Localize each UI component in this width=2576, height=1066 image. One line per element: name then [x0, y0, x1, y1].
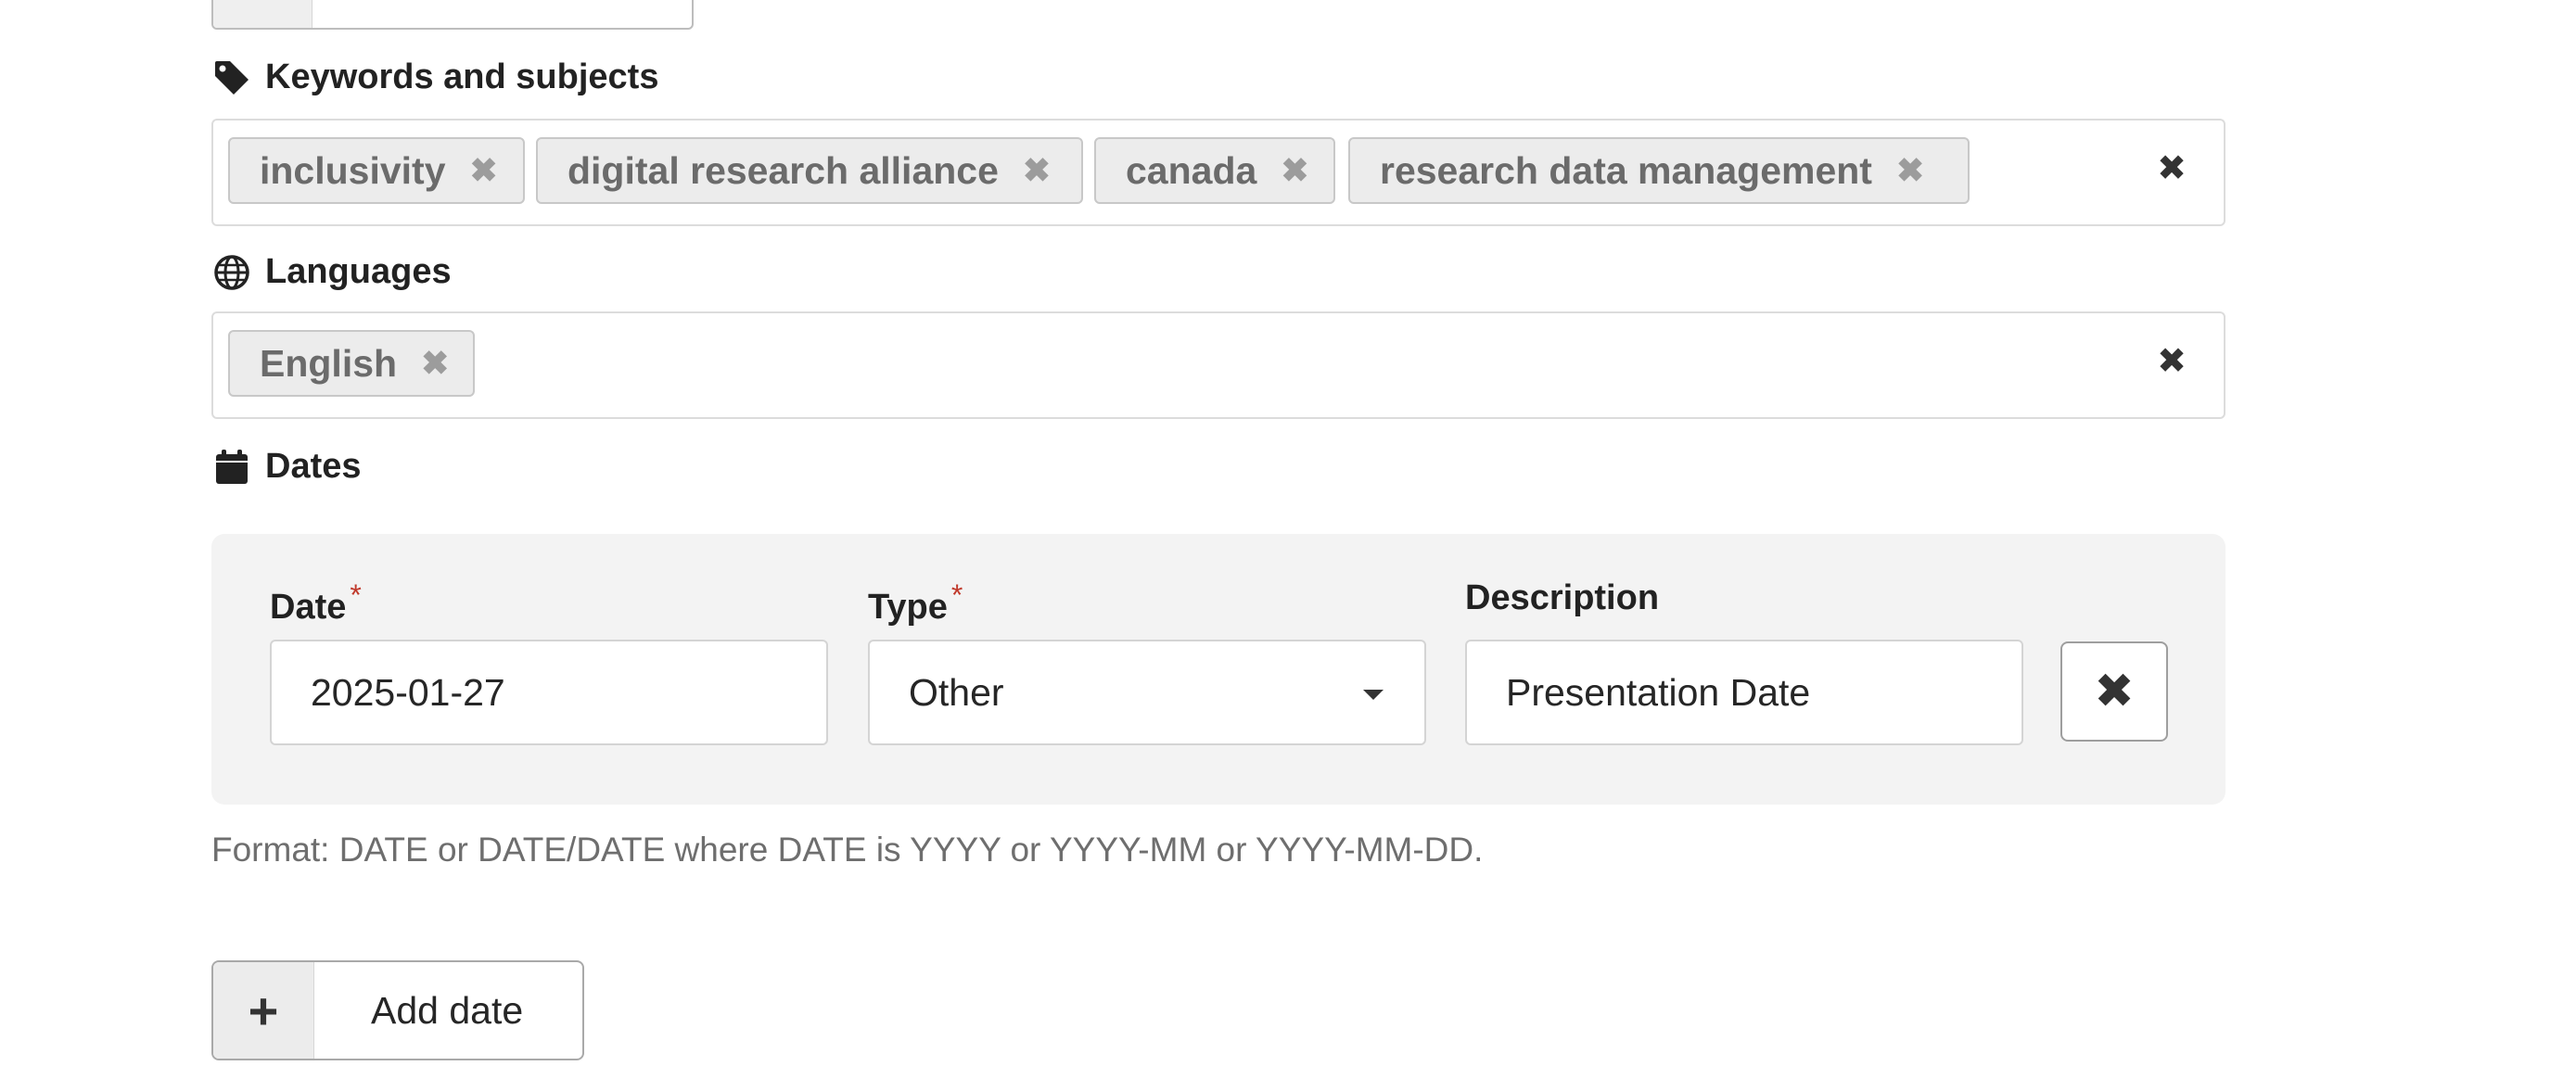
- type-select[interactable]: Other: [868, 640, 1426, 745]
- language-chip: English ✖: [228, 330, 475, 397]
- keyword-chip-label: canada: [1126, 149, 1256, 193]
- keyword-chip: digital research alliance ✖: [536, 137, 1083, 204]
- add-date-button[interactable]: + Add date: [211, 960, 584, 1060]
- languages-select[interactable]: English ✖ ✖: [211, 311, 2225, 419]
- keyword-chip-label: digital research alliance: [567, 149, 999, 193]
- date-input[interactable]: 2025-01-27: [270, 640, 828, 745]
- keywords-heading: Keywords and subjects: [213, 57, 658, 97]
- globe-icon: [213, 254, 250, 291]
- keywords-select[interactable]: inclusivity ✖ digital research alliance …: [211, 119, 2225, 226]
- button-icon-segment: [213, 0, 312, 28]
- keyword-chip: canada ✖: [1094, 137, 1335, 204]
- previous-field-button[interactable]: [211, 0, 694, 30]
- date-label-text: Date: [270, 588, 346, 627]
- keyword-chip-label: inclusivity: [260, 149, 446, 193]
- date-format-hint: Format: DATE or DATE/DATE where DATE is …: [211, 831, 1483, 869]
- description-label: Description: [1465, 578, 1659, 618]
- languages-heading: Languages: [213, 252, 452, 292]
- remove-chip-icon[interactable]: ✖: [1281, 151, 1308, 190]
- keyword-chip: inclusivity ✖: [228, 137, 525, 204]
- type-label-text: Type: [868, 588, 948, 627]
- remove-chip-icon[interactable]: ✖: [1896, 151, 1924, 190]
- date-input-value: 2025-01-27: [311, 671, 505, 715]
- keywords-heading-label: Keywords and subjects: [265, 57, 658, 97]
- clear-all-icon[interactable]: ✖: [2157, 151, 2187, 186]
- languages-heading-label: Languages: [265, 252, 452, 292]
- close-icon: ✖: [2094, 664, 2135, 719]
- remove-chip-icon[interactable]: ✖: [421, 344, 449, 383]
- required-marker: *: [350, 578, 361, 612]
- remove-date-button[interactable]: ✖: [2060, 641, 2168, 742]
- plus-icon: +: [213, 962, 314, 1059]
- type-label: Type*: [868, 578, 963, 628]
- add-date-label: Add date: [371, 962, 523, 1059]
- calendar-icon: [213, 449, 250, 486]
- caret-down-icon: [1363, 690, 1384, 700]
- tag-icon: [213, 59, 250, 96]
- remove-chip-icon[interactable]: ✖: [470, 151, 498, 190]
- required-marker: *: [951, 578, 963, 612]
- dates-heading-label: Dates: [265, 447, 362, 487]
- dates-heading: Dates: [213, 447, 362, 487]
- language-chip-label: English: [260, 342, 397, 386]
- remove-chip-icon[interactable]: ✖: [1023, 151, 1051, 190]
- keyword-chip-label: research data management: [1380, 149, 1872, 193]
- keyword-chip: research data management ✖: [1348, 137, 1970, 204]
- date-label: Date*: [270, 578, 362, 628]
- type-select-value: Other: [909, 671, 1004, 715]
- description-input-value: Presentation Date: [1506, 671, 1810, 715]
- description-label-text: Description: [1465, 578, 1659, 617]
- description-input[interactable]: Presentation Date: [1465, 640, 2023, 745]
- clear-all-icon[interactable]: ✖: [2157, 344, 2187, 379]
